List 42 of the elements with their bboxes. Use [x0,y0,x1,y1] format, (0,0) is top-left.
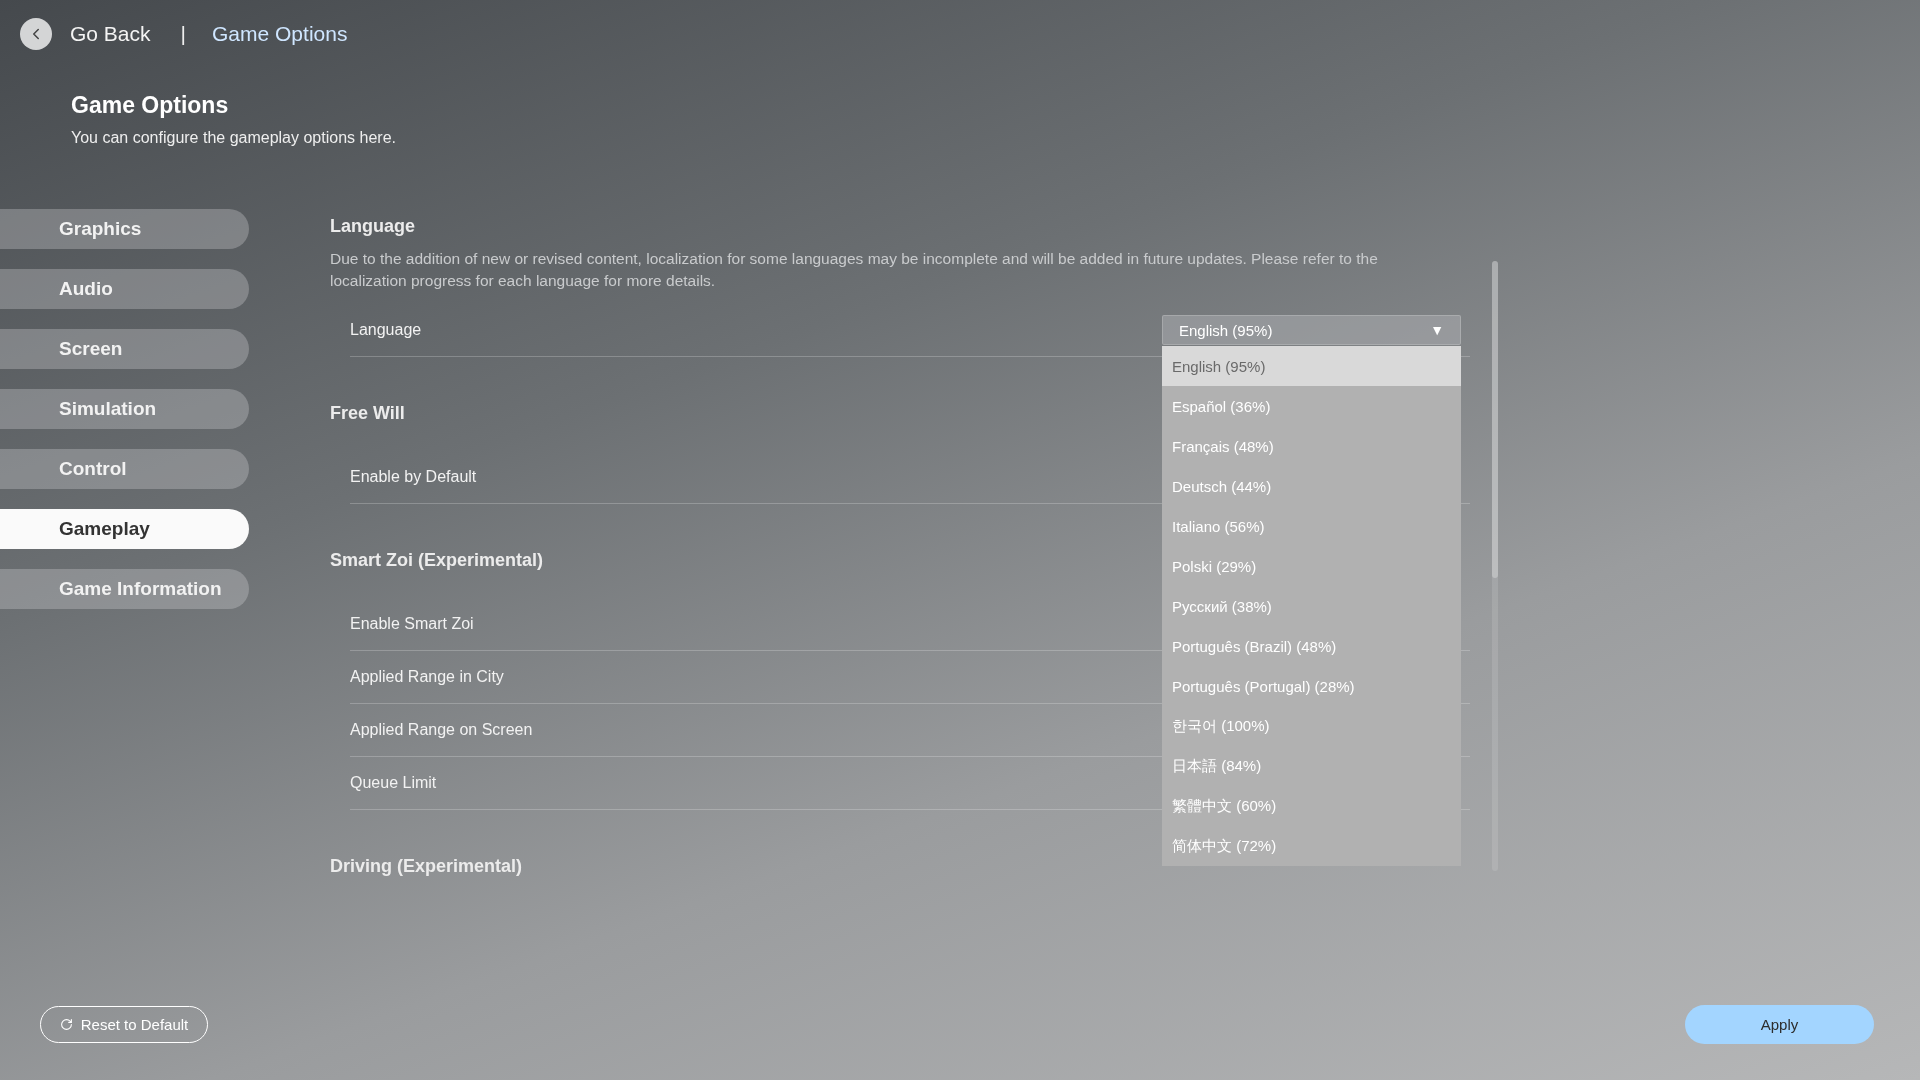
dropdown-option[interactable]: Русский (38%) [1162,586,1461,626]
sidebar-tab[interactable]: Audio [0,269,249,309]
dropdown-option[interactable]: Polski (29%) [1162,546,1461,586]
sidebar-tab[interactable]: Game Information [0,569,249,609]
page-subtitle: You can configure the gameplay options here. [71,129,397,147]
dropdown-arrow-icon: ▼ [1430,322,1444,338]
back-button[interactable] [20,18,52,50]
dropdown-option[interactable]: 日本語 (84%) [1162,746,1461,786]
setting-label: Enable Smart Zoi [350,615,474,633]
dropdown-option[interactable]: 한국어 (100%) [1162,706,1461,746]
go-back-link[interactable]: Go Back [70,22,151,46]
setting-label: Queue Limit [350,774,437,792]
separator: | [180,22,186,46]
sidebar-tab[interactable]: Graphics [0,209,249,249]
sidebar-tab[interactable]: Gameplay [0,509,249,549]
setting-label: Applied Range on Screen [350,721,533,739]
refresh-icon [59,1018,73,1031]
section-title: Smart Zoi (Experimental) [330,549,544,572]
dropdown-option[interactable]: English (95%) [1162,346,1461,386]
setting-label: Enable by Default [350,468,477,486]
section-title: Language [330,215,415,238]
apply-button[interactable]: Apply [1685,1005,1874,1044]
section-description: Due to the addition of new or revised content, localization for some languages may be incomplete and will be added in future updates. Please refer to the localization progress for each language for more details. [330,249,1379,291]
page-title: Game Options [71,92,230,119]
setting-label: Applied Range in City [350,668,504,686]
setting-label: Language [350,321,422,339]
language-dropdown[interactable]: English (95%) ▼ [1162,315,1461,345]
sidebar-tab[interactable]: Control [0,449,249,489]
dropdown-option[interactable]: Español (36%) [1162,386,1461,426]
scrollbar-thumb[interactable] [1492,261,1498,578]
breadcrumb: Game Options [212,22,348,46]
dropdown-option[interactable]: Português (Portugal) (28%) [1162,666,1461,706]
sidebar-tab[interactable]: Simulation [0,389,249,429]
section-title: Free Will [330,402,405,425]
section-title: Driving (Experimental) [330,855,523,878]
dropdown-option[interactable]: 简体中文 (72%) [1162,826,1461,866]
dropdown-option[interactable]: Deutsch (44%) [1162,466,1461,506]
dropdown-option[interactable]: Français (48%) [1162,426,1461,466]
sidebar-tab[interactable]: Screen [0,329,249,369]
dropdown-option[interactable]: Português (Brazil) (48%) [1162,626,1461,666]
dropdown-option[interactable]: Italiano (56%) [1162,506,1461,546]
dropdown-option[interactable]: 繁體中文 (60%) [1162,786,1461,826]
